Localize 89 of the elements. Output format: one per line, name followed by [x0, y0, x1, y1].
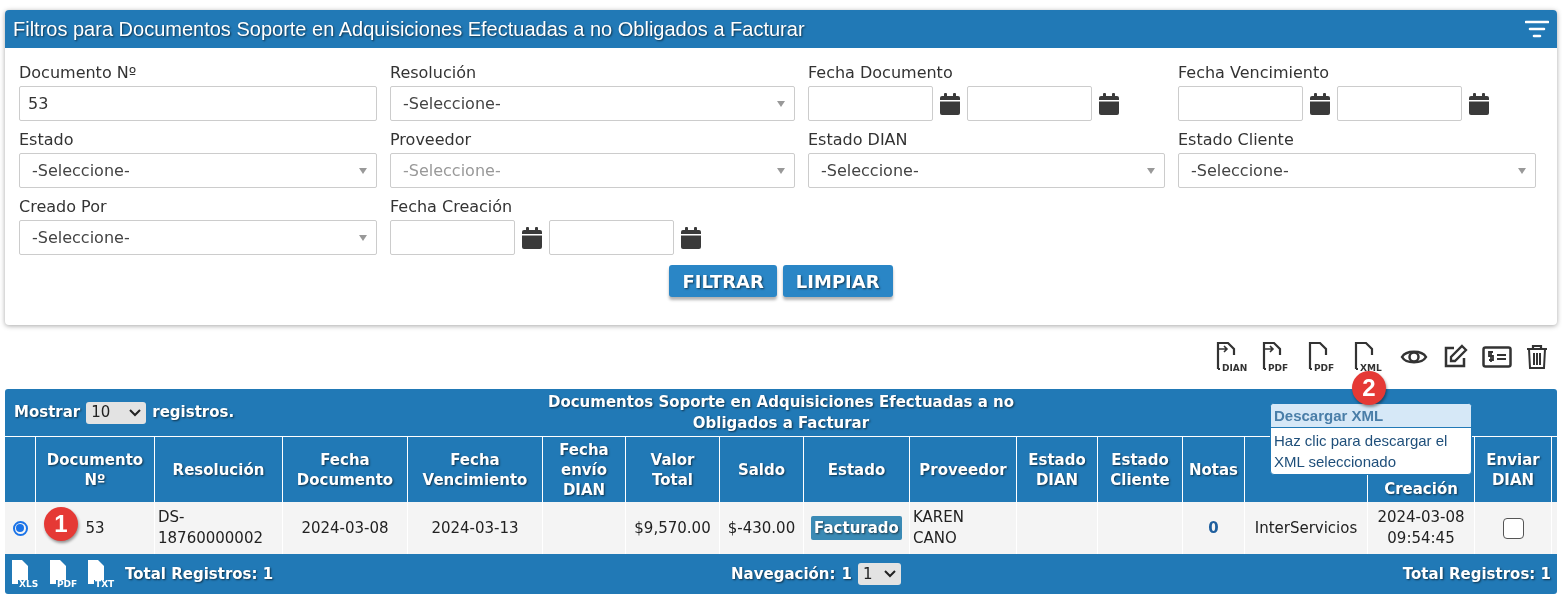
column-header: Fecha envío DIAN [558, 439, 610, 500]
filter-button[interactable]: FILTRAR [669, 265, 777, 297]
total-records: Total Registros: 1 [1402, 563, 1551, 585]
field-label: Resolución [390, 62, 478, 84]
select-field[interactable]: -Seleccione- [390, 86, 795, 121]
dropdown-arrow-icon [358, 166, 368, 175]
navigation-label: Navegación: [731, 563, 836, 585]
column-header: Valor Total [649, 449, 696, 490]
radio-button[interactable] [12, 520, 28, 536]
table-cell: 53 [85, 517, 105, 539]
filter-icon[interactable] [1525, 19, 1549, 39]
chevron-down-icon [129, 408, 142, 417]
checkbox[interactable] [1502, 517, 1524, 539]
field-label: Fecha Vencimiento [1178, 62, 1330, 84]
table-cell-text: KAREN CANO [913, 507, 965, 549]
dropdown-arrow-icon [1517, 166, 1527, 175]
tooltip-text: Haz clic para descargar el XML seleccionado [1273, 431, 1449, 472]
date-field[interactable] [967, 86, 1092, 121]
calendar-icon[interactable] [680, 225, 702, 250]
column-header: Estado DIAN [1027, 449, 1087, 490]
field-label: Proveedor [390, 129, 473, 151]
trash-icon[interactable] [1526, 344, 1548, 370]
file-button[interactable]: XML [1354, 341, 1386, 373]
show-label: Mostrar [14, 402, 81, 424]
column-header: Documento Nº [45, 449, 145, 490]
export-button[interactable]: TXT [87, 559, 117, 589]
edit-icon[interactable] [1442, 344, 1468, 370]
table-title: Documentos Soporte en Adquisiciones Efectuadas a no Obligados a Facturar [546, 391, 1016, 434]
table-cell: 2024-03-08 [301, 517, 389, 539]
date-field[interactable] [390, 220, 515, 255]
column-header: Fecha Documento [295, 449, 395, 490]
chevron-down-icon [883, 570, 896, 578]
total-records: Total Registros: 1 [125, 563, 274, 585]
input-field[interactable]: 53 [19, 86, 377, 121]
column-header: Resolución [171, 459, 266, 480]
field-label: Creado Por [19, 196, 108, 218]
select-field[interactable]: -Seleccione- [1178, 153, 1536, 188]
calendar-icon[interactable] [1468, 91, 1490, 116]
dropdown-arrow-icon [358, 233, 368, 242]
table-cell: $-430.00 [727, 517, 796, 539]
column-header: Estado Cliente [1109, 449, 1171, 490]
column-header: Proveedor [918, 459, 1008, 480]
table-cell: $9,570.00 [634, 517, 711, 539]
dropdown-arrow-icon [776, 166, 786, 175]
field-label: Fecha Creación [390, 196, 514, 218]
table-cell-text: DS-18760000002 [158, 507, 264, 549]
select-field[interactable]: -Seleccione- [19, 153, 377, 188]
date-field[interactable] [549, 220, 674, 255]
status-badge: Facturado [811, 515, 902, 541]
date-field[interactable] [1178, 86, 1303, 121]
export-button[interactable]: XLS [11, 559, 41, 589]
export-file-button[interactable]: PDF [1262, 341, 1294, 373]
export-file-button[interactable]: DIAN [1216, 341, 1248, 373]
date-field[interactable] [808, 86, 933, 121]
select-field[interactable]: -Seleccione- [808, 153, 1165, 188]
notes-link[interactable]: 0 [1208, 516, 1219, 540]
tooltip-title: Descargar XML [1271, 404, 1471, 428]
column-header: Fecha Vencimiento [421, 449, 529, 490]
money-icon[interactable] [1482, 346, 1512, 368]
page-select[interactable]: 1 [857, 563, 901, 585]
column-header: Creación [1383, 479, 1459, 500]
page-size-select[interactable]: 10 [86, 401, 147, 424]
dropdown-arrow-icon [1146, 166, 1156, 175]
filter-button[interactable]: LIMPIAR [782, 265, 893, 297]
column-header: Enviar DIAN [1485, 449, 1541, 490]
date-field[interactable] [1337, 86, 1462, 121]
column-header: Estado [826, 459, 887, 480]
field-label: Estado Cliente [1178, 129, 1295, 151]
field-label: Estado [19, 129, 75, 151]
show-suffix: registros. [152, 402, 235, 424]
export-button[interactable]: PDF [49, 559, 79, 589]
calendar-icon[interactable] [1098, 91, 1120, 116]
file-button[interactable]: PDF [1308, 341, 1340, 373]
table-cell: 2024-03-13 [431, 517, 519, 539]
field-label: Documento Nº [19, 62, 138, 84]
panel-title: Filtros para Documentos Soporte en Adquisiciones Efectuadas a no Obligados a Facturar [13, 17, 805, 42]
field-label: Estado DIAN [808, 129, 909, 151]
calendar-icon[interactable] [521, 225, 543, 250]
table-cell-text: 2024-03-08 09:54:45 [1376, 507, 1466, 549]
current-page: 1 [841, 563, 852, 585]
column-header: Notas [1187, 459, 1240, 480]
dropdown-arrow-icon [776, 99, 786, 108]
select-field[interactable]: -Seleccione- [19, 220, 377, 255]
calendar-icon[interactable] [939, 91, 961, 116]
column-header: Saldo [736, 459, 787, 480]
table-cell: InterServicios [1254, 517, 1358, 539]
calendar-icon[interactable] [1309, 91, 1331, 116]
step-marker: 2 [1352, 371, 1386, 405]
field-label: Fecha Documento [808, 62, 954, 84]
